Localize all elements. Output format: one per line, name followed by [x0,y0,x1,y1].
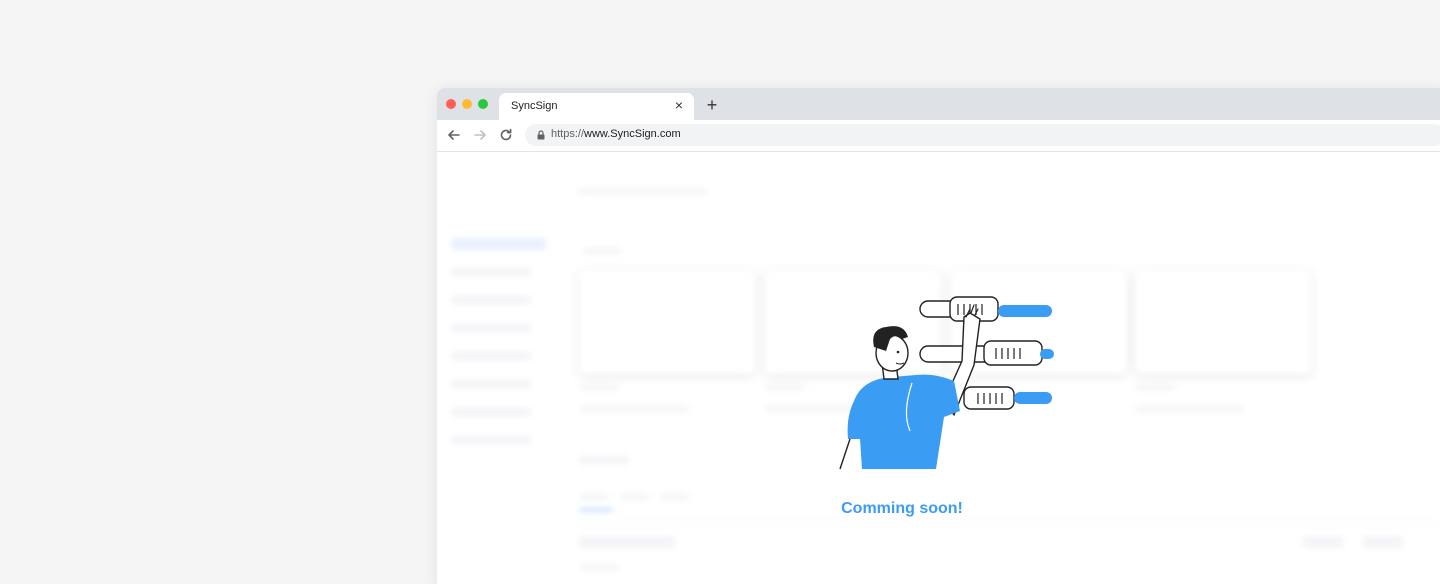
bg-placeholder [579,494,609,500]
bg-placeholder [579,456,629,464]
tab-close-icon[interactable]: × [672,98,686,112]
bg-placeholder [1363,536,1403,548]
window-zoom-button[interactable] [478,99,488,109]
tab-bar: SyncSign × + [437,88,1440,120]
bg-placeholder [1135,384,1175,390]
coming-soon-illustration-icon [839,296,1054,470]
url-host: www.SyncSign.com [584,128,681,140]
tab-syncsign[interactable]: SyncSign × [499,93,694,120]
reload-icon[interactable] [497,126,515,144]
new-tab-button[interactable]: + [703,96,721,114]
desktop-background: SyncSign × + https://www.SyncSign.com Co… [0,0,1440,584]
bg-placeholder [451,268,531,276]
bg-placeholder [579,384,619,390]
arrow-left-icon[interactable] [445,126,463,144]
bg-placeholder [451,380,531,388]
bg-placeholder [765,384,805,390]
browser-window: SyncSign × + https://www.SyncSign.com Co… [437,88,1440,584]
browser-toolbar: https://www.SyncSign.com [437,120,1440,152]
bg-placeholder [579,536,675,548]
bg-placeholder [659,494,689,500]
bg-placeholder [451,352,531,360]
bg-placeholder [579,508,613,512]
bg-placeholder [451,436,531,444]
bg-placeholder [582,248,622,254]
bg-card [579,270,755,374]
bg-placeholder [619,494,649,500]
bg-placeholder [579,406,689,412]
bg-placeholder [451,238,547,250]
bg-placeholder [1303,536,1343,548]
coming-soon-message: Comming soon! [841,500,963,517]
bg-placeholder [451,324,531,332]
bg-placeholder [577,188,707,194]
bg-card [1135,270,1311,374]
bg-placeholder [451,296,531,304]
address-bar[interactable]: https://www.SyncSign.com [525,124,1440,146]
arrow-right-icon[interactable] [471,126,489,144]
bg-placeholder [579,522,1439,523]
bg-placeholder [451,408,531,416]
lock-icon [537,130,545,140]
url-text: https://www.SyncSign.com [551,128,681,140]
window-close-button[interactable] [446,99,456,109]
bg-placeholder [1135,406,1245,412]
bg-placeholder [579,564,619,570]
window-minimize-button[interactable] [462,99,472,109]
url-scheme: https:// [551,128,585,140]
tab-title: SyncSign [511,100,558,112]
